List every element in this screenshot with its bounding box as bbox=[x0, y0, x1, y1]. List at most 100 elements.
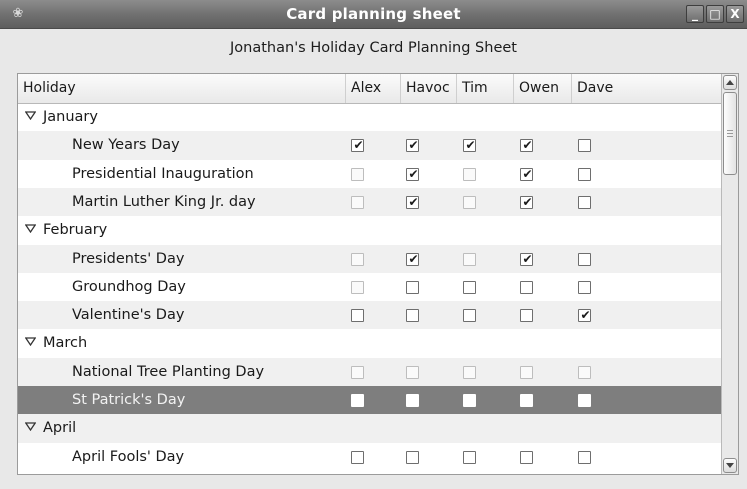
checkbox-tim[interactable] bbox=[463, 450, 476, 464]
close-icon: X bbox=[730, 7, 740, 21]
scroll-up-button[interactable] bbox=[723, 75, 737, 90]
checkbox-dave[interactable] bbox=[578, 139, 591, 153]
checkbox-havoc[interactable] bbox=[406, 280, 419, 294]
checkbox-owen[interactable] bbox=[520, 280, 533, 294]
checkbox-dave[interactable] bbox=[578, 252, 591, 266]
checkbox-alex[interactable] bbox=[351, 167, 364, 181]
holiday-row[interactable]: Presidents' Day ✔ ✔ bbox=[18, 244, 721, 273]
checkbox-havoc[interactable]: ✔ bbox=[406, 195, 419, 209]
holiday-tree-view[interactable]: Holiday Alex Havoc Tim Owen Dave January… bbox=[17, 73, 739, 475]
group-row[interactable]: February bbox=[18, 216, 721, 244]
checkmark-icon: ✔ bbox=[522, 194, 533, 209]
group-label: February bbox=[43, 222, 108, 239]
column-header-holiday[interactable]: Holiday bbox=[18, 74, 346, 103]
title-bar[interactable]: ❀ Card planning sheet _ □ X bbox=[0, 0, 747, 29]
holiday-label: New Years Day bbox=[72, 137, 180, 154]
checkbox-owen[interactable] bbox=[520, 309, 533, 323]
checkbox-tim[interactable]: ✔ bbox=[463, 138, 476, 153]
holiday-row[interactable]: Martin Luther King Jr. day ✔ ✔ bbox=[18, 187, 721, 217]
holiday-row[interactable]: Valentine's Day ✔ bbox=[18, 301, 721, 330]
triangle-down-icon[interactable] bbox=[25, 224, 37, 236]
holiday-row[interactable]: Groundhog Day bbox=[18, 273, 721, 301]
checkbox-owen[interactable] bbox=[520, 365, 533, 379]
checkbox-owen[interactable]: ✔ bbox=[520, 251, 533, 266]
column-header-havoc[interactable]: Havoc bbox=[401, 74, 457, 103]
checkbox-dave[interactable] bbox=[578, 394, 591, 407]
maximize-button[interactable]: □ bbox=[706, 5, 724, 23]
checkbox-havoc[interactable] bbox=[406, 394, 419, 407]
checkbox-alex[interactable] bbox=[351, 450, 364, 464]
window-title: Card planning sheet bbox=[286, 5, 461, 23]
checkbox-alex[interactable] bbox=[351, 252, 364, 266]
triangle-down-icon[interactable] bbox=[25, 111, 37, 123]
checkmark-icon: ✔ bbox=[522, 251, 533, 266]
window: ❀ Card planning sheet _ □ X Jonathan's H… bbox=[0, 0, 747, 489]
minimize-button[interactable]: _ bbox=[686, 5, 704, 23]
checkbox-havoc[interactable] bbox=[406, 450, 419, 464]
holiday-row[interactable]: New Years Day ✔ ✔ ✔ ✔ bbox=[18, 131, 721, 160]
checkbox-tim[interactable] bbox=[463, 167, 476, 181]
checkbox-tim[interactable] bbox=[463, 252, 476, 266]
checkbox-dave[interactable] bbox=[578, 450, 591, 464]
checkbox-owen[interactable]: ✔ bbox=[520, 138, 533, 153]
checkbox-alex[interactable] bbox=[351, 394, 364, 407]
column-header-alex[interactable]: Alex bbox=[346, 74, 401, 103]
thumb-grip bbox=[727, 133, 733, 134]
checkbox-alex[interactable] bbox=[351, 280, 364, 294]
close-button[interactable]: X bbox=[726, 5, 744, 23]
group-row[interactable]: March bbox=[18, 329, 721, 357]
checkmark-icon: ✔ bbox=[580, 308, 591, 323]
checkbox-alex[interactable]: ✔ bbox=[351, 138, 364, 153]
checkbox-dave[interactable]: ✔ bbox=[578, 308, 591, 323]
checkbox-owen[interactable]: ✔ bbox=[520, 194, 533, 209]
group-row[interactable]: April bbox=[18, 414, 721, 443]
checkbox-alex[interactable] bbox=[351, 365, 364, 379]
triangle-down-icon[interactable] bbox=[25, 422, 37, 434]
holiday-row[interactable]: National Tree Planting Day bbox=[18, 357, 721, 386]
checkbox-dave[interactable] bbox=[578, 280, 591, 294]
checkbox-tim[interactable] bbox=[463, 394, 476, 407]
checkbox-owen[interactable]: ✔ bbox=[520, 167, 533, 181]
holiday-row[interactable]: Presidential Inauguration ✔ ✔ bbox=[18, 160, 721, 188]
checkbox-owen[interactable] bbox=[520, 450, 533, 464]
checkbox-havoc[interactable]: ✔ bbox=[406, 251, 419, 266]
group-label: January bbox=[43, 109, 98, 125]
checkbox-alex[interactable] bbox=[351, 195, 364, 209]
checkbox-havoc[interactable]: ✔ bbox=[406, 138, 419, 153]
checkbox-tim[interactable] bbox=[463, 280, 476, 294]
checkbox-dave[interactable] bbox=[578, 167, 591, 181]
holiday-label: Martin Luther King Jr. day bbox=[72, 193, 256, 210]
sheet-heading: Jonathan's Holiday Card Planning Sheet bbox=[230, 40, 517, 56]
minimize-icon: _ bbox=[692, 7, 698, 21]
scroll-up-arrow-icon bbox=[726, 80, 734, 85]
checkbox-tim[interactable] bbox=[463, 195, 476, 209]
checkbox-alex[interactable] bbox=[351, 309, 364, 323]
checkmark-icon: ✔ bbox=[522, 138, 533, 153]
triangle-down-icon[interactable] bbox=[25, 337, 37, 349]
group-label: March bbox=[43, 335, 88, 352]
checkbox-havoc[interactable]: ✔ bbox=[406, 167, 419, 181]
checkmark-icon: ✔ bbox=[465, 138, 476, 153]
checkbox-dave[interactable] bbox=[578, 365, 591, 379]
checkmark-icon: ✔ bbox=[353, 138, 364, 153]
column-header-tim[interactable]: Tim bbox=[457, 74, 514, 103]
checkmark-icon: ✔ bbox=[408, 251, 419, 266]
thumb-grip bbox=[727, 130, 733, 131]
maximize-icon: □ bbox=[709, 7, 721, 21]
group-row[interactable]: January bbox=[18, 103, 721, 131]
holiday-row[interactable]: St Patrick's Day bbox=[18, 386, 721, 415]
checkbox-tim[interactable] bbox=[463, 365, 476, 379]
checkbox-owen[interactable] bbox=[520, 394, 533, 407]
checkbox-havoc[interactable] bbox=[406, 365, 419, 379]
holiday-label: St Patrick's Day bbox=[72, 392, 186, 408]
checkbox-tim[interactable] bbox=[463, 309, 476, 323]
column-header-owen[interactable]: Owen bbox=[514, 74, 572, 103]
checkbox-havoc[interactable] bbox=[406, 309, 419, 323]
vertical-scrollbar[interactable] bbox=[721, 74, 738, 474]
scrollbar-thumb[interactable] bbox=[723, 92, 737, 175]
scroll-down-button[interactable] bbox=[723, 458, 737, 473]
checkbox-dave[interactable] bbox=[578, 195, 591, 209]
scroll-down-arrow-icon bbox=[726, 463, 734, 468]
column-header-dave[interactable]: Dave bbox=[572, 74, 721, 103]
holiday-row[interactable]: April Fools' Day bbox=[18, 443, 721, 471]
